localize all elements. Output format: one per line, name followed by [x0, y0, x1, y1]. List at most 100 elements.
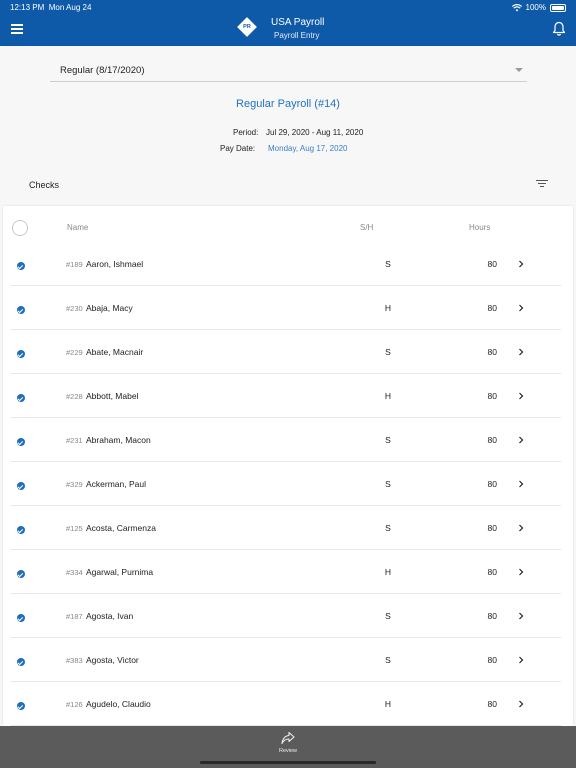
- table-row[interactable]: #187 Agosta, Ivan S 80: [11, 594, 561, 638]
- employee-sh: H: [384, 567, 392, 577]
- row-checkbox-checked-icon[interactable]: [17, 658, 25, 666]
- battery-icon: [550, 3, 566, 12]
- table-row[interactable]: #329 Ackerman, Paul S 80: [11, 462, 561, 506]
- employee-name: Acosta, Carmenza: [86, 523, 156, 533]
- chevron-right-icon[interactable]: [516, 567, 526, 577]
- employee-name: Abaja, Macy: [86, 303, 133, 313]
- status-indicators: 100%: [511, 3, 566, 12]
- employee-sh: H: [384, 699, 392, 709]
- employee-id: #228: [66, 392, 83, 401]
- share-forward-icon: [281, 731, 295, 745]
- employee-sh: S: [385, 611, 391, 621]
- status-time: 12:13 PM Mon Aug 24: [10, 3, 91, 12]
- employee-id: #189: [66, 260, 83, 269]
- employee-sh: H: [384, 391, 392, 401]
- select-all-checkbox[interactable]: [12, 220, 28, 236]
- chevron-right-icon[interactable]: [516, 479, 526, 489]
- employee-name: Agudelo, Claudio: [86, 699, 151, 709]
- status-bar: 12:13 PM Mon Aug 24 100%: [0, 0, 576, 14]
- employee-id: #230: [66, 304, 83, 313]
- table-row[interactable]: #230 Abaja, Macy H 80: [11, 286, 561, 330]
- employee-name: Abate, Macnair: [86, 347, 144, 357]
- employee-hours: 80: [487, 567, 497, 577]
- pay-date-value[interactable]: Monday, Aug 17, 2020: [268, 144, 347, 153]
- table-row[interactable]: #125 Acosta, Carmenza S 80: [11, 506, 561, 550]
- row-checkbox-checked-icon[interactable]: [17, 350, 25, 358]
- chevron-right-icon[interactable]: [516, 523, 526, 533]
- column-header-name[interactable]: Name: [67, 223, 88, 232]
- table-row[interactable]: #126 Agudelo, Claudio H 80: [11, 682, 561, 726]
- employee-hours: 80: [487, 479, 497, 489]
- employee-name: Abraham, Macon: [86, 435, 151, 445]
- employee-id: #231: [66, 436, 83, 445]
- wifi-icon: [511, 3, 522, 11]
- row-checkbox-checked-icon[interactable]: [17, 614, 25, 622]
- status-date-text: Mon Aug 24: [48, 3, 92, 12]
- employee-sh: S: [385, 435, 391, 445]
- table-row[interactable]: #189 Aaron, Ishmael S 80: [11, 242, 561, 286]
- period-label: Period:: [233, 128, 259, 137]
- chevron-right-icon[interactable]: [516, 435, 526, 445]
- employee-id: #383: [66, 656, 83, 665]
- chevron-right-icon[interactable]: [516, 347, 526, 357]
- row-checkbox-checked-icon[interactable]: [17, 438, 25, 446]
- row-checkbox-checked-icon[interactable]: [17, 394, 25, 402]
- column-header-sh[interactable]: S/H: [360, 223, 373, 232]
- chevron-right-icon[interactable]: [516, 391, 526, 401]
- filter-icon[interactable]: [536, 180, 548, 188]
- employee-id: #125: [66, 524, 83, 533]
- employee-hours: 80: [487, 611, 497, 621]
- checks-section-title: Checks: [29, 180, 60, 190]
- chevron-right-icon[interactable]: [516, 611, 526, 621]
- chevron-right-icon[interactable]: [516, 303, 526, 313]
- bottom-toolbar: Review: [0, 726, 576, 768]
- employee-id: #126: [66, 700, 83, 709]
- employee-name: Agarwal, Purnima: [86, 567, 154, 577]
- employee-hours: 80: [487, 435, 497, 445]
- bell-icon[interactable]: [552, 21, 566, 37]
- chevron-right-icon[interactable]: [516, 259, 526, 269]
- payroll-title: Regular Payroll (#14): [236, 98, 340, 110]
- review-label: Review: [278, 748, 298, 754]
- home-indicator[interactable]: [200, 761, 376, 764]
- employee-hours: 80: [487, 655, 497, 665]
- battery-percent: 100%: [525, 3, 546, 12]
- employee-sh: S: [385, 523, 391, 533]
- employee-hours: 80: [487, 347, 497, 357]
- row-checkbox-checked-icon[interactable]: [17, 306, 25, 314]
- payroll-select-dropdown[interactable]: Regular (8/17/2020): [50, 60, 527, 82]
- row-checkbox-checked-icon[interactable]: [17, 482, 25, 490]
- employee-name: Aaron, Ishmael: [86, 259, 144, 269]
- status-time-text: 12:13 PM: [10, 3, 45, 12]
- payroll-select-value: Regular (8/17/2020): [60, 65, 145, 76]
- chevron-right-icon[interactable]: [516, 699, 526, 709]
- period-value: Jul 29, 2020 - Aug 11, 2020: [266, 128, 364, 137]
- table-row[interactable]: #334 Agarwal, Purnima H 80: [11, 550, 561, 594]
- employee-name: Abbott, Mabel: [86, 391, 139, 401]
- column-header-hours[interactable]: Hours: [469, 223, 490, 232]
- pay-date-label: Pay Date:: [220, 144, 256, 153]
- chevron-right-icon[interactable]: [516, 655, 526, 665]
- hamburger-menu-icon[interactable]: [11, 24, 23, 34]
- checks-table: Name S/H Hours #189 Aaron, Ishmael S 80 …: [3, 206, 573, 726]
- employee-hours: 80: [487, 259, 497, 269]
- table-row[interactable]: #383 Agosta, Victor S 80: [11, 638, 561, 682]
- row-checkbox-checked-icon[interactable]: [17, 702, 25, 710]
- review-button[interactable]: Review: [268, 729, 308, 759]
- row-checkbox-checked-icon[interactable]: [17, 262, 25, 270]
- employee-name: Ackerman, Paul: [86, 479, 146, 489]
- row-checkbox-checked-icon[interactable]: [17, 570, 25, 578]
- employee-sh: H: [384, 303, 392, 313]
- employee-name: Agosta, Ivan: [86, 611, 134, 621]
- row-checkbox-checked-icon[interactable]: [17, 526, 25, 534]
- employee-hours: 80: [487, 391, 497, 401]
- dropdown-caret-icon: [515, 68, 523, 72]
- app-title: USA Payroll: [271, 17, 325, 28]
- table-row[interactable]: #229 Abate, Macnair S 80: [11, 330, 561, 374]
- employee-id: #334: [66, 568, 83, 577]
- employee-id: #229: [66, 348, 83, 357]
- table-row[interactable]: #228 Abbott, Mabel H 80: [11, 374, 561, 418]
- app-logo-text: PR: [243, 24, 251, 30]
- employee-name: Agosta, Victor: [86, 655, 139, 665]
- table-row[interactable]: #231 Abraham, Macon S 80: [11, 418, 561, 462]
